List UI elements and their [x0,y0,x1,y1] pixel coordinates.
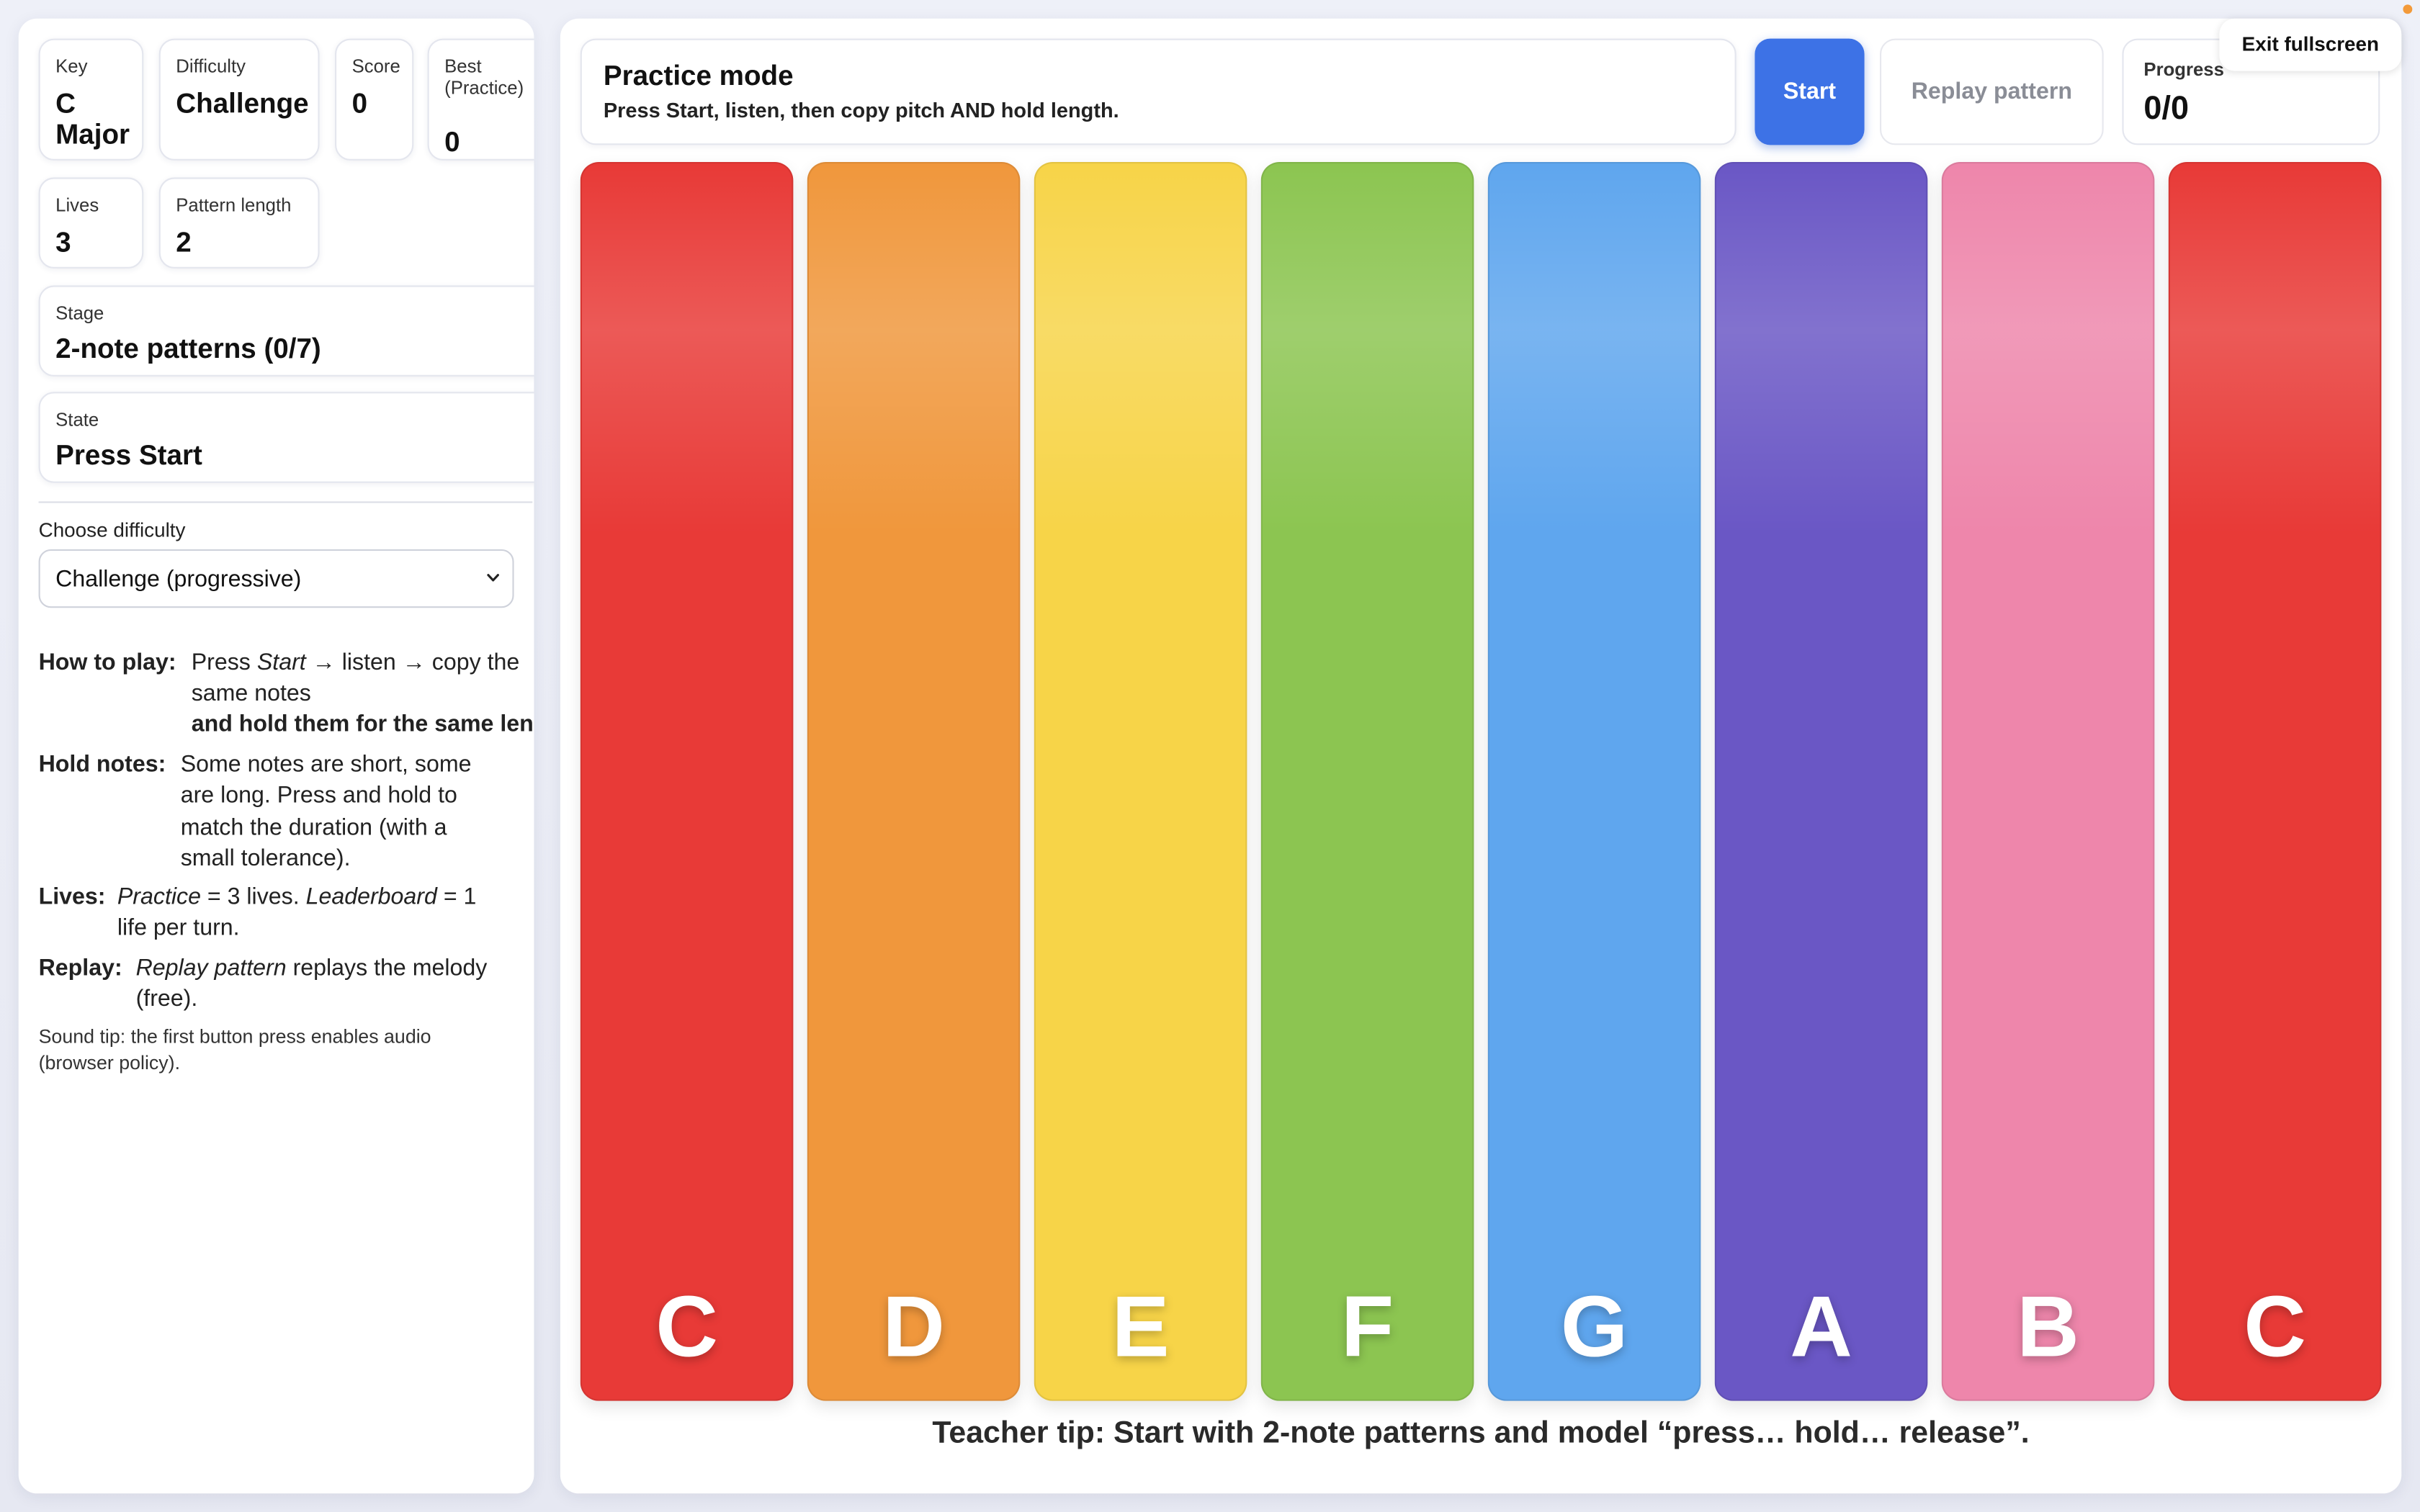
note-key-f[interactable]: F [1260,162,1474,1401]
help-replay: Replay: Replay pattern replays the melod… [39,953,533,1018]
mode-title: Practice mode [603,60,794,91]
help-how-line3: and hold them for the same length [191,711,534,738]
exit-fullscreen-button[interactable]: Exit fullscreen [2219,18,2402,71]
best-value: 0 [444,126,460,158]
stage-value: 2-note patterns (0/7) [55,333,321,364]
sidebar: Key C Major Difficulty Challenge Score 0… [18,18,534,1494]
key-value-line2: Major [55,119,130,150]
note-key-label: B [2017,1277,2079,1375]
lives-label: Lives [55,194,99,216]
progress-value: 0/0 [2143,91,2190,127]
note-key-label: G [1560,1277,1628,1375]
best-card: Best (Practice) 0 [427,38,534,161]
sound-tip: Sound tip: the first button press enable… [38,1026,431,1074]
score-card: Score 0 [335,38,414,161]
chevron-down-icon [487,574,499,582]
pattern-length-value: 2 [176,227,192,258]
mode-subtitle: Press Start, listen, then copy pitch AND… [603,99,1119,122]
help-how-key: How to play: [38,649,176,676]
score-value: 0 [351,88,368,119]
help-how-line1: Press Start → listen → copy the [191,649,520,676]
note-key-label: E [1111,1277,1170,1375]
help-hold-line4: small tolerance). [180,845,351,872]
help-hold-notes: Hold notes: Some notes are short, some a… [39,750,533,879]
lives-value: 3 [55,227,71,258]
help-replay-line1: Replay pattern replays the melody [135,955,488,981]
note-key-label: A [1790,1277,1852,1375]
note-key-label: C [655,1277,718,1375]
note-key-label: D [882,1277,945,1375]
difficulty-label: Difficulty [176,55,246,78]
note-key-d[interactable]: D [807,162,1021,1401]
divider [38,501,533,503]
key-label: Key [55,55,88,78]
help-lives-key: Lives: [38,883,106,911]
stage-card: Stage 2-note patterns (0/7) [38,285,534,377]
help-how-line2: same notes [191,680,311,707]
note-key-label: C [2244,1277,2306,1375]
note-key-b[interactable]: B [1941,162,2155,1401]
teacher-tip: Teacher tip: Start with 2-note patterns … [932,1416,2030,1451]
key-value-line1: C [55,88,76,119]
progress-label: Progress [2143,58,2224,81]
difficulty-card: Difficulty Challenge [158,38,320,161]
note-key-label: F [1340,1277,1394,1375]
note-key-g[interactable]: G [1487,162,1701,1401]
pattern-length-card: Pattern length 2 [158,177,320,269]
score-label: Score [351,55,400,78]
help-hold-line3: match the duration (with a [180,814,447,841]
mode-banner: Practice mode Press Start, listen, then … [580,38,1736,145]
help-replay-key: Replay: [38,955,122,981]
state-card: State Press Start [38,392,534,483]
difficulty-value: Challenge [176,88,309,119]
help-replay-line2: (free). [135,986,198,1012]
note-key-c-high[interactable]: C [2168,162,2382,1401]
main-panel: Practice mode Press Start, listen, then … [560,18,2402,1494]
best-label-line2: (Practice) [444,77,524,99]
help-hold-key: Hold notes: [38,751,166,778]
key-card: Key C Major [38,38,144,161]
notification-dot [2403,4,2413,14]
note-key-c-low[interactable]: C [580,162,794,1401]
pattern-length-label: Pattern length [176,194,292,216]
help-lives: Lives: Practice = 3 lives. Leaderboard =… [39,883,533,948]
stage-label: Stage [55,302,104,324]
help-lives-line2: life per turn. [117,914,240,942]
difficulty-select-label: Choose difficulty [38,518,186,542]
note-key-a[interactable]: A [1714,162,1928,1401]
best-label-line1: Best [444,55,482,78]
app-window: Key C Major Difficulty Challenge Score 0… [0,0,2420,1512]
note-keys: C D E F G A B C [580,162,2382,1401]
difficulty-select[interactable]: Challenge (progressive) [38,549,514,608]
state-value: Press Start [55,439,202,471]
lives-card: Lives 3 [38,177,144,269]
help-hold-line1: Some notes are short, some [180,751,472,778]
help-how-to-play: How to play: Press Start → listen → copy… [38,648,534,747]
note-key-e[interactable]: E [1034,162,1247,1401]
state-label: State [55,408,99,431]
start-button[interactable]: Start [1754,38,1865,145]
help-lives-line1: Practice = 3 lives. Leaderboard = 1 [117,883,477,911]
difficulty-select-value: Challenge (progressive) [55,566,302,593]
replay-pattern-button[interactable]: Replay pattern [1880,38,2104,145]
help-hold-line2: are long. Press and hold to [180,782,457,809]
